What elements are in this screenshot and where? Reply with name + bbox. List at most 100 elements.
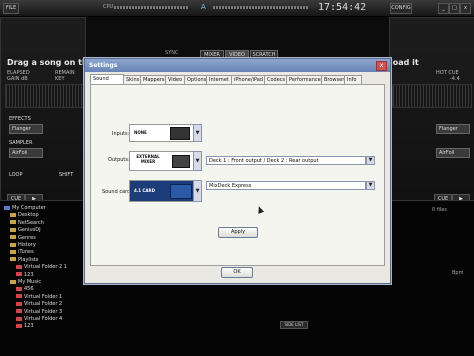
files-count: 0 files [432,207,447,213]
settings-dialog: Settings x Sound SetupSkinsMappersVideoO… [84,58,391,284]
tree-item[interactable]: Virtual Folder 3 [16,309,62,315]
gain-label: GAIN dB [7,76,28,82]
loop-label: LOOP [9,172,23,178]
deck-left-waveform[interactable] [5,84,85,108]
tree-item-label: Virtual Folder 3 [24,308,63,315]
inputs-dropdown-arrow[interactable]: ▼ [193,124,202,142]
inputs-image: NONE [129,124,197,142]
effects-label: EFFECTS [9,116,31,122]
effect-select-right[interactable]: Flanger [436,124,470,134]
outputs-image-text: EXTERNAL MIXER [136,154,160,164]
tree-item[interactable]: 123 [16,323,34,329]
red-folder-icon [16,264,22,269]
soundcard-image-dropdown-arrow[interactable]: ▼ [193,180,202,202]
folder-icon [10,227,16,232]
tree-item[interactable]: My Music [10,279,41,285]
apply-button[interactable]: Apply [218,227,258,238]
soundcard-select-arrow[interactable]: ▼ [366,181,375,190]
cpu-label: CPU [103,4,114,10]
folder-icon [10,242,16,247]
tree-item-label: My Music [18,279,42,285]
tree-item-label: iTunes [18,249,34,256]
tree-item-label: NetSearch [18,219,44,226]
tree-item[interactable]: 456 [16,286,34,292]
inputs-label: Inputs: [112,131,130,137]
top-bar: FILE CPU A 17:54:42 CONFIG _ □ x [0,0,474,17]
outputs-image-dropdown-arrow[interactable]: ▼ [193,151,202,171]
deck-left: Drag a song on this deck ELAPSED GAIN dB… [0,17,119,209]
tree-item[interactable]: Virtual Folder 2 1 [16,264,67,270]
bpm-column-header[interactable]: Bpm [452,270,463,276]
tree-item[interactable]: 123 [16,272,34,278]
soundcard-select[interactable]: MixDeck Express [206,181,366,190]
folder-icon [10,257,16,262]
close-app-button[interactable]: x [460,3,471,14]
tree-item-label: Playlists [18,256,39,263]
red-folder-icon [16,294,22,299]
shift-label: SHIFT [59,172,74,178]
minimize-button[interactable]: _ [438,3,449,14]
ok-button[interactable]: OK [221,267,253,278]
tree-item-label: 456 [24,286,34,293]
red-folder-icon [16,309,22,314]
soundcard-label: Sound card: [102,189,132,195]
key-label: KEY [55,76,65,82]
outputs-label: Outputs: [108,157,130,163]
sampler-select[interactable]: AirFoil [9,148,43,158]
soundcard-image: 4.1 CARD [129,180,197,202]
sync-label[interactable]: SYNC [165,50,178,56]
tree-item-label: Desktop [18,212,39,219]
effect-select[interactable]: Flanger [9,124,43,134]
red-folder-icon [16,286,22,291]
mixer-icon [172,155,190,168]
deck-right-waveform[interactable] [392,84,472,108]
tree-item[interactable]: Desktop [10,212,39,218]
dialog-title: Settings [85,59,390,72]
sampler-select-right[interactable]: AirFoil [436,148,470,158]
tree-item[interactable]: History [10,242,36,248]
maximize-button[interactable]: □ [449,3,460,14]
outputs-image: EXTERNAL MIXER [129,151,197,171]
tree-item[interactable]: Virtual Folder 4 [16,316,62,322]
soundcard-icon [170,184,192,199]
key-hint: -4.4 [450,76,460,82]
folder-icon [10,212,16,217]
tree-item[interactable]: GeniusDJ [10,227,41,233]
tree-item-label: History [18,242,36,248]
tree-item-label: 123 [24,271,34,278]
red-folder-icon [16,272,22,277]
tree-item[interactable]: Virtual Folder 2 [16,301,62,307]
tree-item[interactable]: Virtual Folder 1 [16,294,62,300]
tree-item[interactable]: NetSearch [10,220,44,226]
folder-icon [10,220,16,225]
tree-item[interactable]: Playlists [10,257,38,263]
tree-item-label: Virtual Folder 1 [24,293,63,300]
laptop-icon [170,127,190,140]
tree-item-label: Virtual Folder 2 [24,301,63,308]
master-meter [213,6,308,9]
file-menu-button[interactable]: FILE [3,3,19,14]
sound-setup-panel [90,84,385,266]
tree-item-label: Genres [18,234,36,241]
config-button[interactable]: CONFIG [390,3,412,14]
inputs-image-text: NONE [134,130,147,135]
tree-item-label: 123 [24,323,34,330]
cpu-meter [114,6,189,9]
outputs-select[interactable]: Deck 1 : Front output / Deck 2 : Rear ou… [206,156,366,165]
deck-right-title: load it [390,58,419,67]
sampler-label: SAMPLER [9,140,33,146]
folder-icon [10,279,16,284]
tree-item[interactable]: iTunes [10,249,34,255]
tree-item[interactable]: My Computer [4,205,46,211]
red-folder-icon [16,301,22,306]
outputs-select-arrow[interactable]: ▼ [366,156,375,165]
tree-item-label: Virtual Folder 2 1 [24,264,67,271]
folder-icon [10,235,16,240]
soundcard-image-text: 4.1 CARD [134,188,155,193]
folder-icon [10,249,16,254]
side-list-button[interactable]: SIDE LIST [280,321,308,329]
tree-item[interactable]: Genres [10,235,36,241]
dialog-close-button[interactable]: x [376,61,387,71]
tree-item-label: Virtual Folder 4 [24,316,63,322]
tree-item-label: GeniusDJ [18,227,41,234]
